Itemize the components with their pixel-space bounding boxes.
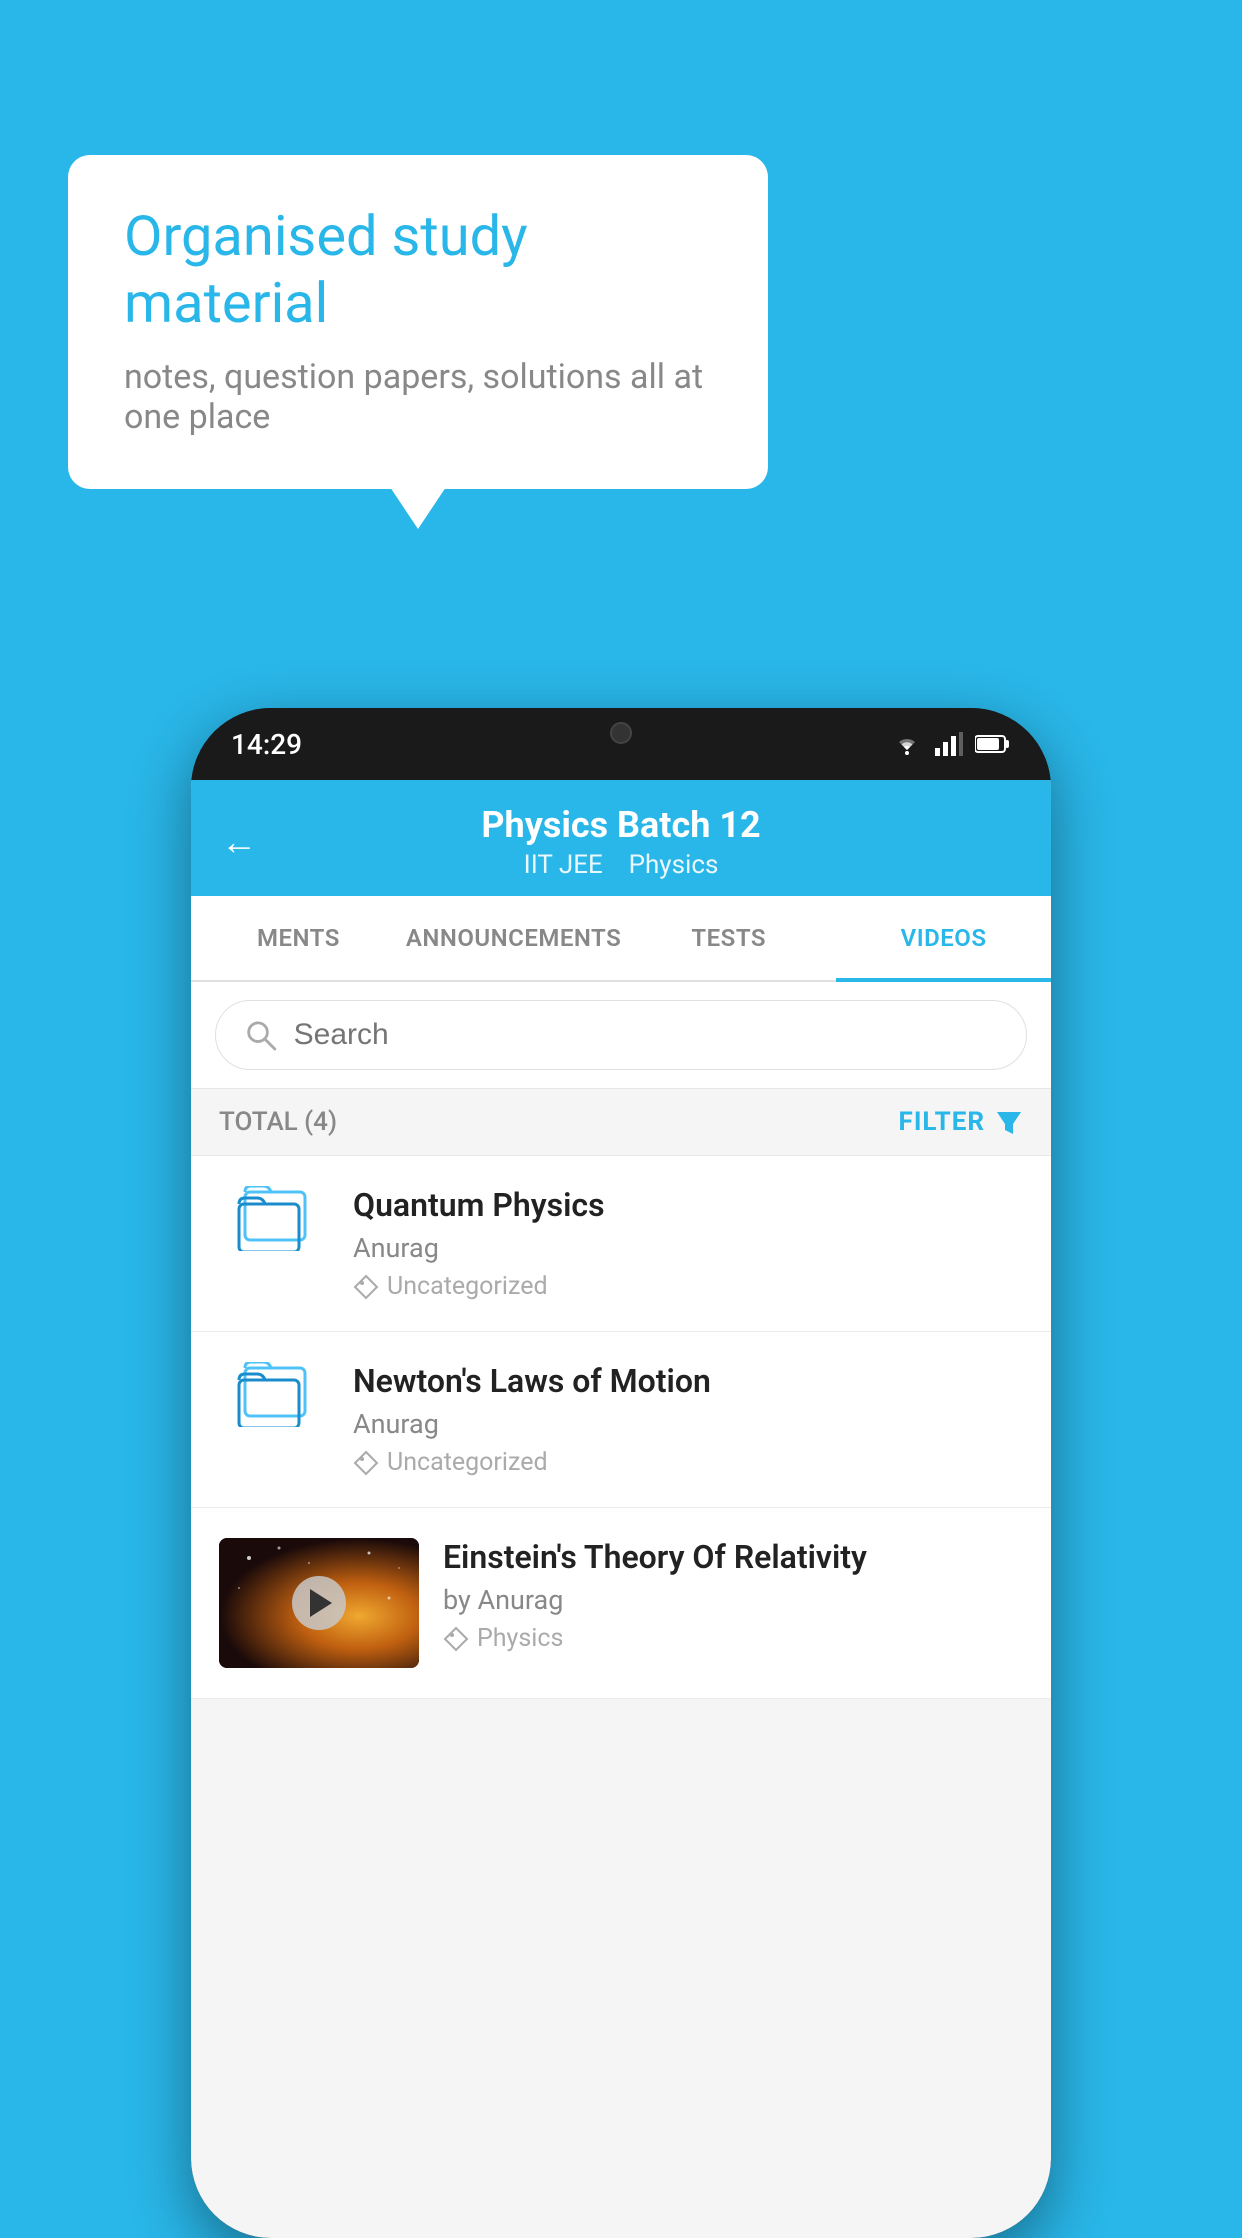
speech-bubble-subtext: notes, question papers, solutions all at… (124, 357, 712, 437)
video-author: Anurag (353, 1408, 1023, 1440)
status-time: 14:29 (231, 728, 302, 761)
filter-label: FILTER (899, 1107, 985, 1137)
speech-bubble-heading: Organised study material (124, 203, 712, 337)
filter-row: TOTAL (4) FILTER (191, 1089, 1051, 1156)
battery-icon (975, 734, 1011, 754)
total-count-label: TOTAL (4) (219, 1107, 337, 1137)
tabs-bar: MENTS ANNOUNCEMENTS TESTS VIDEOS (191, 896, 1051, 982)
header-top: ← Physics Batch 12 IIT JEE Physics (221, 804, 1021, 896)
video-list: Quantum Physics Anurag Uncategorized (191, 1156, 1051, 1699)
app-header: ← Physics Batch 12 IIT JEE Physics (191, 780, 1051, 896)
tab-ments[interactable]: MENTS (191, 896, 406, 980)
video-title: Quantum Physics (353, 1186, 1023, 1224)
video-tag: Uncategorized (353, 1448, 1023, 1477)
header-subtitle: IIT JEE Physics (481, 850, 760, 880)
status-icons (891, 732, 1011, 756)
video-title: Einstein's Theory Of Relativity (443, 1538, 1023, 1576)
video-tag: Physics (443, 1624, 1023, 1653)
video-info: Newton's Laws of Motion Anurag Uncategor… (353, 1362, 1023, 1477)
folder-icon-container (219, 1362, 329, 1427)
tab-videos[interactable]: VIDEOS (836, 896, 1051, 980)
folder-icon-container (219, 1186, 329, 1251)
tab-announcements[interactable]: ANNOUNCEMENTS (406, 896, 621, 980)
phone-camera (610, 722, 632, 744)
tag-icon (443, 1626, 469, 1652)
tag-icon (353, 1274, 379, 1300)
folder-icon (237, 1186, 312, 1251)
subtitle-tag1: IIT JEE (524, 850, 603, 880)
back-button[interactable]: ← (221, 821, 257, 863)
wifi-icon (891, 732, 923, 756)
search-icon (244, 1017, 278, 1053)
batch-title: Physics Batch 12 (481, 804, 760, 846)
list-item[interactable]: Newton's Laws of Motion Anurag Uncategor… (191, 1332, 1051, 1508)
search-input[interactable] (294, 1018, 998, 1052)
folder-icon (237, 1362, 312, 1427)
play-button[interactable] (292, 1576, 346, 1630)
filter-button[interactable]: FILTER (899, 1107, 1023, 1137)
status-bar: 14:29 (191, 708, 1051, 780)
phone-screen: ← Physics Batch 12 IIT JEE Physics MENTS… (191, 780, 1051, 2238)
list-item[interactable]: Quantum Physics Anurag Uncategorized (191, 1156, 1051, 1332)
speech-bubble: Organised study material notes, question… (68, 155, 768, 489)
list-item[interactable]: Einstein's Theory Of Relativity by Anura… (191, 1508, 1051, 1699)
tag-icon (353, 1450, 379, 1476)
video-info: Einstein's Theory Of Relativity by Anura… (443, 1538, 1023, 1653)
video-title: Newton's Laws of Motion (353, 1362, 1023, 1400)
subtitle-tag2: Physics (629, 850, 719, 880)
video-author: by Anurag (443, 1584, 1023, 1616)
tab-tests[interactable]: TESTS (621, 896, 836, 980)
header-title-block: Physics Batch 12 IIT JEE Physics (481, 804, 760, 880)
play-triangle-icon (310, 1589, 332, 1617)
search-bar[interactable] (215, 1000, 1027, 1070)
phone-notch (531, 708, 711, 758)
signal-icon (935, 732, 963, 756)
phone-frame: 14:29 (191, 708, 1051, 2238)
video-info: Quantum Physics Anurag Uncategorized (353, 1186, 1023, 1301)
video-tag: Uncategorized (353, 1272, 1023, 1301)
search-container (191, 982, 1051, 1089)
video-thumbnail (219, 1538, 419, 1668)
video-author: Anurag (353, 1232, 1023, 1264)
speech-bubble-container: Organised study material notes, question… (68, 155, 768, 489)
filter-icon (995, 1108, 1023, 1136)
